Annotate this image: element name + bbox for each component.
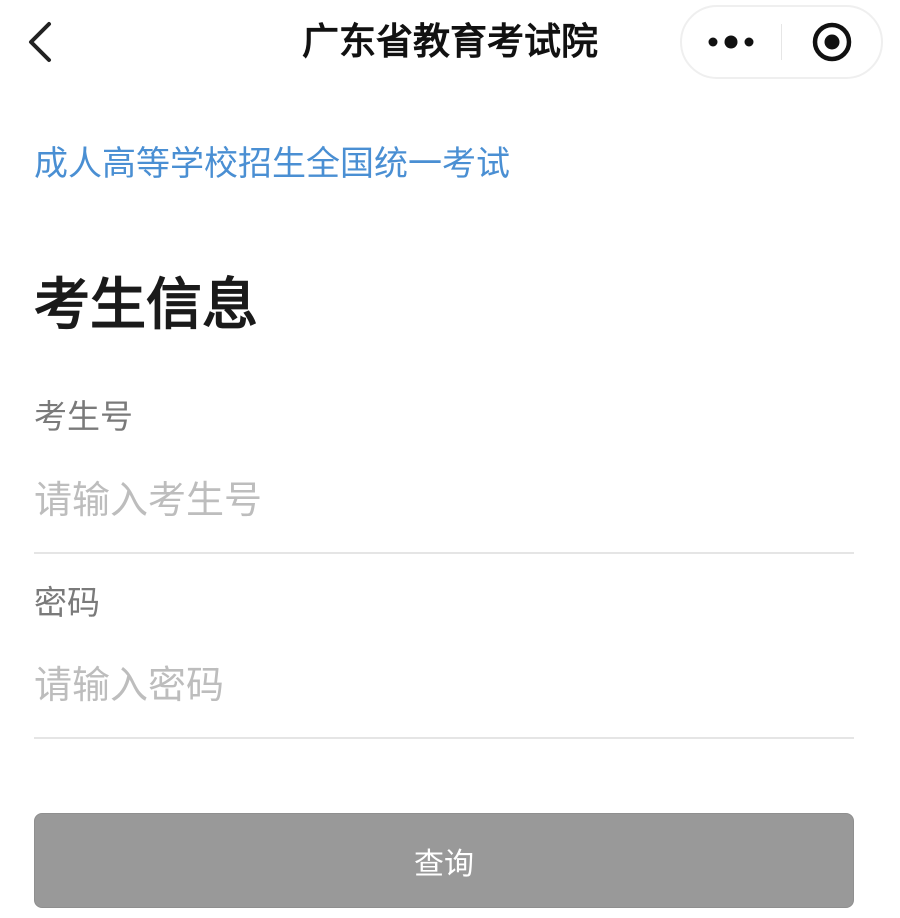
- more-dots-icon: [708, 35, 754, 49]
- section-title: 考生信息: [34, 273, 258, 338]
- more-button[interactable]: [682, 7, 781, 77]
- password-label: 密码: [34, 583, 100, 622]
- navigation-bar: 广东省教育考试院: [0, 0, 900, 84]
- password-input[interactable]: [34, 650, 854, 720]
- candidate-number-label: 考生号: [34, 397, 133, 436]
- exam-query-page: 广东省教育考试院 成人高等学校招生全国统一考试 考生信息 考生号 密码: [0, 0, 900, 918]
- close-mini-program-button[interactable]: [782, 7, 881, 77]
- mini-program-capsule: [680, 5, 883, 79]
- exam-name-link[interactable]: 成人高等学校招生全国统一考试: [34, 140, 510, 188]
- target-circle-icon: [812, 22, 851, 62]
- password-underline: [34, 737, 854, 739]
- candidate-number-underline: [34, 552, 854, 554]
- candidate-number-input[interactable]: [34, 465, 854, 535]
- query-button[interactable]: 查询: [34, 813, 854, 908]
